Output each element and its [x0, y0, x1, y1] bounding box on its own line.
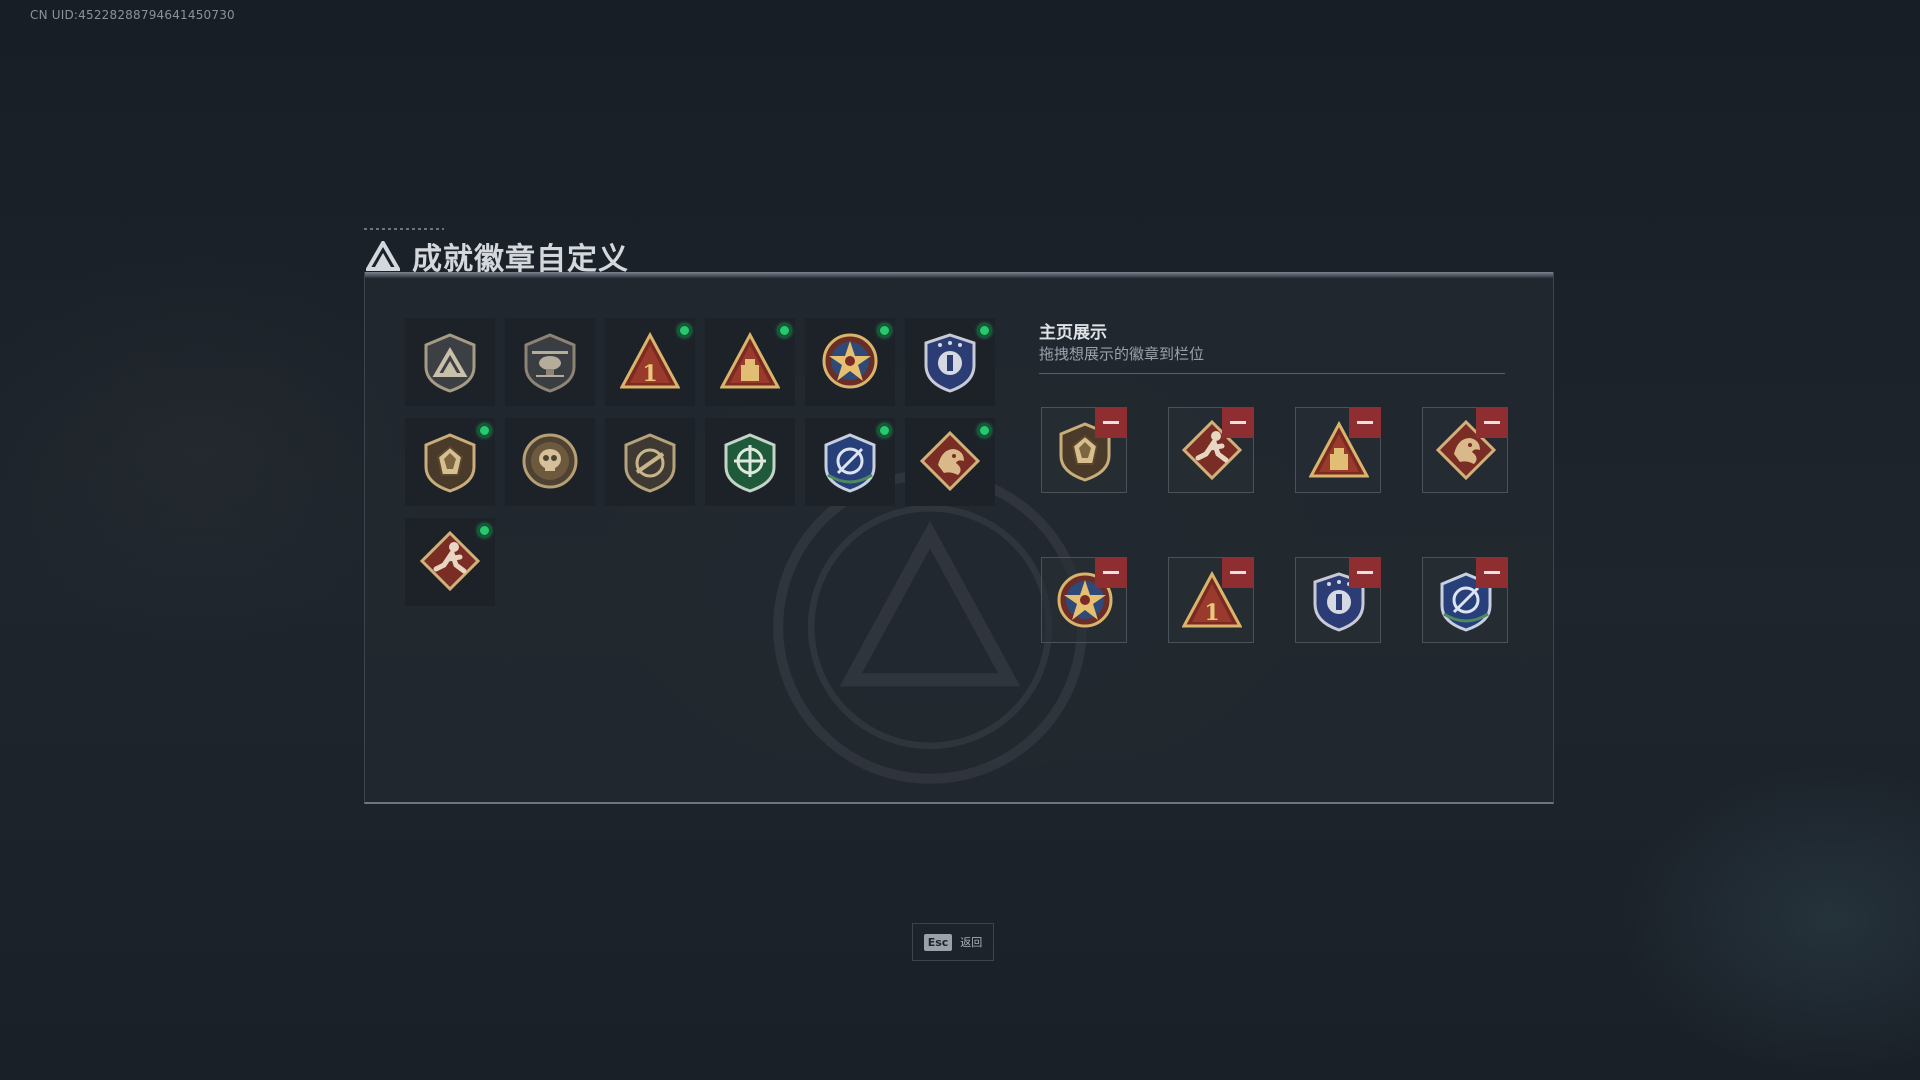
- display-slot[interactable]: [1422, 557, 1508, 643]
- new-indicator: [778, 324, 791, 337]
- svg-text:1: 1: [1204, 600, 1219, 626]
- minus-icon: [1357, 571, 1373, 574]
- display-slot[interactable]: [1295, 407, 1381, 493]
- svg-text:1: 1: [642, 361, 657, 387]
- display-slot[interactable]: [1422, 407, 1508, 493]
- minus-icon: [1103, 421, 1119, 424]
- display-slot[interactable]: [1041, 557, 1127, 643]
- remove-badge-button[interactable]: [1222, 407, 1254, 438]
- badge-item[interactable]: [505, 418, 595, 506]
- remove-badge-button[interactable]: [1349, 407, 1381, 438]
- gem-shield-badge-icon: [424, 433, 476, 493]
- rank-one-triangle-badge-icon: 1: [620, 331, 680, 389]
- rifle-shield-badge-icon: [624, 433, 676, 493]
- back-label: 返回: [960, 936, 983, 949]
- remove-badge-button[interactable]: [1476, 407, 1508, 438]
- new-indicator: [978, 424, 991, 437]
- remove-badge-button[interactable]: [1095, 557, 1127, 588]
- badge-customize-panel: 1 主页展示 拖拽想展示的徽章到栏位 1: [364, 272, 1554, 804]
- delta-logo-icon: [366, 241, 400, 271]
- showcase-title: 主页展示: [1039, 323, 1107, 343]
- minus-icon: [1103, 571, 1119, 574]
- badge-item[interactable]: [405, 418, 495, 506]
- minus-icon: [1484, 421, 1500, 424]
- badge-item[interactable]: [705, 418, 795, 506]
- blue-crest-shield-badge-icon: [924, 333, 976, 393]
- achievement-badge-screen: CN UID:45228288794641450730 成就徽章自定义 1 主页…: [0, 0, 1920, 1080]
- skull-medallion-badge-icon: [522, 433, 578, 489]
- new-indicator: [478, 524, 491, 537]
- delta-triangle-shield-badge-icon: [424, 333, 476, 393]
- new-indicator: [478, 424, 491, 437]
- dragon-diamond-badge-icon: [920, 431, 980, 492]
- remove-badge-button[interactable]: [1222, 557, 1254, 588]
- badge-item[interactable]: [505, 318, 595, 406]
- remove-badge-button[interactable]: [1349, 557, 1381, 588]
- badge-item[interactable]: [405, 518, 495, 606]
- badge-item[interactable]: [805, 318, 895, 406]
- display-slot[interactable]: [1168, 407, 1254, 493]
- supply-crate-triangle-badge-icon: [720, 331, 780, 389]
- display-slot[interactable]: [1295, 557, 1381, 643]
- blue-target-shield-badge-icon: [824, 433, 876, 493]
- minus-icon: [1230, 421, 1246, 424]
- gold-star-emblem-badge-icon: [822, 333, 878, 389]
- esc-key-hint: Esc: [923, 933, 953, 951]
- minus-icon: [1484, 571, 1500, 574]
- badge-item[interactable]: [705, 318, 795, 406]
- runner-diamond-badge-icon: [420, 531, 480, 592]
- panel-top-bar: [365, 272, 1553, 278]
- title-decoration: [364, 228, 444, 230]
- remove-badge-button[interactable]: [1476, 557, 1508, 588]
- new-indicator: [878, 424, 891, 437]
- new-indicator: [978, 324, 991, 337]
- showcase-divider: [1039, 373, 1505, 374]
- badge-item[interactable]: [805, 418, 895, 506]
- back-button[interactable]: Esc 返回: [912, 923, 994, 961]
- green-target-shield-badge-icon: [724, 433, 776, 493]
- display-slot[interactable]: 1: [1168, 557, 1254, 643]
- badge-item[interactable]: [905, 318, 995, 406]
- player-uid: CN UID:45228288794641450730: [30, 8, 235, 22]
- minus-icon: [1357, 421, 1373, 424]
- new-indicator: [878, 324, 891, 337]
- showcase-subtitle: 拖拽想展示的徽章到栏位: [1039, 345, 1205, 363]
- remove-badge-button[interactable]: [1095, 407, 1127, 438]
- new-indicator: [678, 324, 691, 337]
- helicopter-badge-icon: [524, 333, 576, 393]
- badge-item[interactable]: 1: [605, 318, 695, 406]
- minus-icon: [1230, 571, 1246, 574]
- badge-item[interactable]: [605, 418, 695, 506]
- badge-item[interactable]: [405, 318, 495, 406]
- badge-item[interactable]: [905, 418, 995, 506]
- display-slot[interactable]: [1041, 407, 1127, 493]
